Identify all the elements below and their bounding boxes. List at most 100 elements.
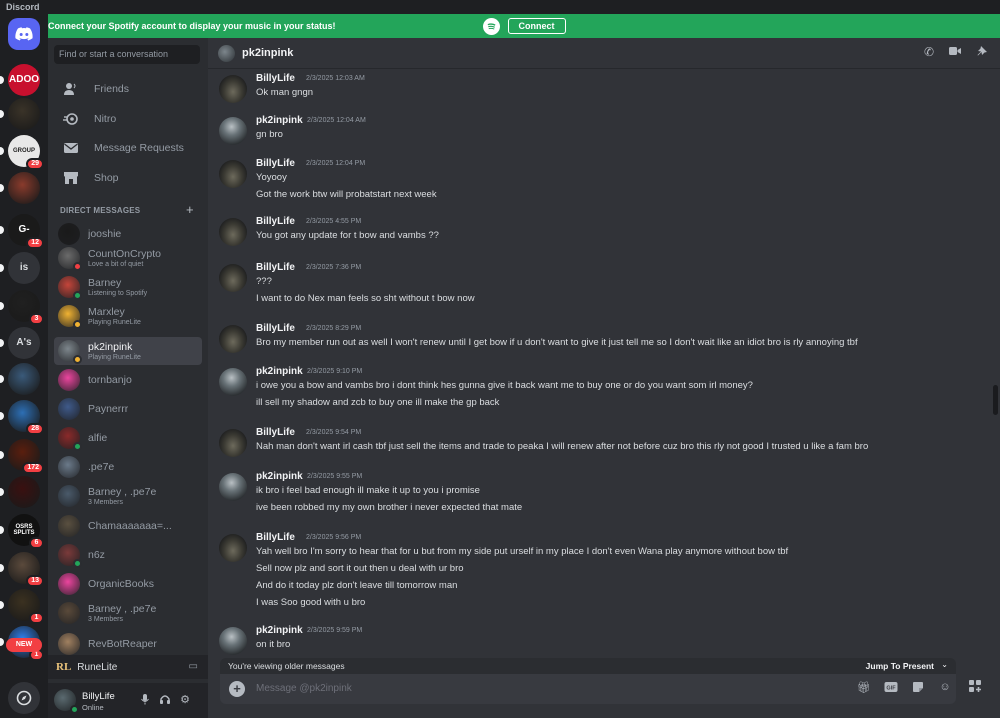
avatar[interactable] (219, 325, 247, 353)
message-input[interactable]: Message @pk2inpink (256, 683, 352, 694)
message-author[interactable]: BillyLife (256, 427, 295, 438)
dm-item[interactable]: Barney , .pe7e 3 Members (54, 482, 202, 510)
nav-item-shop[interactable]: Shop (56, 165, 202, 191)
server-icon[interactable]: is (0, 252, 40, 284)
nav-item-nitro[interactable]: Nitro (56, 106, 202, 132)
message-timestamp: 2/3/2025 9:56 PM (306, 534, 362, 541)
dm-item[interactable]: Marxley Playing RuneLite (54, 302, 202, 330)
avatar (58, 340, 82, 364)
message-author[interactable]: BillyLife (256, 158, 295, 169)
apps-icon[interactable] (966, 679, 984, 697)
server-icon[interactable]: 28 (0, 400, 44, 435)
server-icon[interactable] (0, 363, 40, 395)
dm-item[interactable]: n6z (54, 541, 202, 569)
server-icon[interactable] (8, 18, 40, 50)
server-icon[interactable]: GROUP 29 (0, 135, 44, 170)
chevron-down-icon[interactable]: ⌄ (941, 660, 948, 669)
avatar[interactable] (219, 75, 247, 103)
message-text: I was Soo good with u bro (256, 597, 366, 608)
avatar[interactable] (219, 117, 247, 145)
discord-home-icon (8, 18, 40, 50)
server-icon[interactable]: G- 12 (0, 214, 44, 249)
server-icon[interactable]: 172 (0, 439, 44, 474)
message-composer[interactable]: + Message @pk2inpink 🎁︎ GIF ☺ (220, 674, 956, 704)
avatar[interactable] (218, 45, 235, 62)
message-author[interactable]: pk2inpink (256, 115, 303, 126)
attach-plus-icon[interactable]: + (229, 681, 245, 697)
dm-subtitle: Listening to Spotify (88, 290, 148, 297)
server-icon[interactable] (0, 476, 40, 508)
server-label: ADOO (9, 74, 39, 85)
server-icon[interactable]: ADOO (0, 64, 40, 96)
dm-item[interactable]: CountOnCrypto Love a bit of quiet (54, 244, 202, 272)
server-rail: ADOO GROUP 29 G- 12 is 3 A's 28 172 OSRS SPLITS 6 13… (0, 14, 48, 718)
dm-item[interactable]: Chamaaaaaaa=... (54, 512, 202, 540)
gift-icon[interactable]: 🎁︎ (856, 681, 872, 697)
server-avatar: ADOO (8, 64, 40, 96)
avatar[interactable] (219, 429, 247, 457)
message-text: Got the work btw will probatstart next w… (256, 189, 437, 200)
message-author[interactable]: BillyLife (256, 262, 295, 273)
message-text: Sell now plz and sort it out then u deal… (256, 563, 464, 574)
search-input[interactable]: Find or start a conversation (54, 45, 200, 64)
dm-item[interactable]: .pe7e (54, 453, 202, 481)
dm-item[interactable]: pk2inpink Playing RuneLite (54, 337, 202, 365)
dm-item[interactable]: RevBotReaper (54, 630, 202, 658)
server-icon[interactable]: 1 (0, 589, 44, 624)
sticker-icon[interactable] (910, 681, 926, 697)
message-author[interactable]: BillyLife (256, 73, 295, 84)
message-list[interactable]: BillyLife 2/3/2025 12:03 AM Ok man gngn pk2… (208, 69, 988, 659)
nitro-icon (62, 110, 80, 128)
dm-item[interactable]: alfie (54, 424, 202, 452)
microphone-icon[interactable] (138, 693, 152, 707)
user-name[interactable]: BillyLife (82, 691, 115, 702)
emoji-icon[interactable]: ☺ (937, 681, 953, 697)
headphones-icon[interactable] (158, 693, 172, 707)
video-call-icon[interactable] (947, 45, 963, 61)
add-dm-icon[interactable]: + (186, 202, 194, 217)
presence-status-icon (73, 355, 82, 364)
avatar[interactable] (219, 534, 247, 562)
server-icon[interactable]: 3 (0, 290, 44, 325)
server-icon[interactable] (0, 98, 40, 130)
jump-to-present-button[interactable]: Jump To Present (866, 661, 934, 671)
dm-item[interactable]: Barney , .pe7e 3 Members (54, 599, 202, 627)
pin-icon[interactable] (974, 45, 990, 61)
dm-name: tornbanjo (88, 374, 132, 386)
gif-icon[interactable]: GIF (883, 681, 899, 697)
avatar[interactable] (219, 473, 247, 501)
scrollbar-thumb[interactable] (993, 385, 998, 415)
message-author[interactable]: pk2inpink (256, 366, 303, 377)
server-icon[interactable]: A's (0, 327, 40, 359)
message-timestamp: 2/3/2025 4:55 PM (306, 218, 362, 225)
avatar[interactable] (219, 368, 247, 396)
message-text: ik bro i feel bad enough ill make it up … (256, 485, 480, 496)
message-author[interactable]: pk2inpink (256, 471, 303, 482)
server-icon[interactable] (8, 682, 40, 714)
nav-item-friends[interactable]: Friends (56, 76, 202, 102)
settings-gear-icon[interactable]: ⚙ (178, 693, 192, 707)
message-author[interactable]: BillyLife (256, 323, 295, 334)
avatar[interactable] (219, 160, 247, 188)
message-author[interactable]: pk2inpink (256, 625, 303, 636)
dm-item[interactable]: OrganicBooks (54, 570, 202, 598)
server-icon[interactable]: 13 (0, 552, 44, 587)
avatar[interactable] (219, 627, 247, 655)
dm-item[interactable]: Barney Listening to Spotify (54, 273, 202, 301)
mention-badge: 13 (26, 575, 44, 587)
avatar[interactable] (219, 264, 247, 292)
screen-share-icon[interactable]: ▭ (189, 661, 198, 672)
dm-item[interactable]: tornbanjo (54, 366, 202, 394)
avatar[interactable] (219, 218, 247, 246)
runelite-activity-bar[interactable]: RL RuneLite ▭ (48, 655, 208, 679)
server-icon[interactable]: OSRS SPLITS 6 (0, 514, 44, 549)
dm-name: RevBotReaper (88, 638, 157, 650)
message-author[interactable]: BillyLife (256, 532, 295, 543)
message-author[interactable]: BillyLife (256, 216, 295, 227)
server-icon[interactable] (0, 172, 40, 204)
older-messages-notice: You're viewing older messages (228, 661, 345, 671)
older-messages-bar[interactable]: You're viewing older messages Jump To Pr… (220, 658, 956, 674)
voice-call-icon[interactable]: ✆ (921, 45, 937, 61)
dm-item[interactable]: Paynerrr (54, 395, 202, 423)
nav-item-message-requests[interactable]: Message Requests (56, 135, 202, 161)
